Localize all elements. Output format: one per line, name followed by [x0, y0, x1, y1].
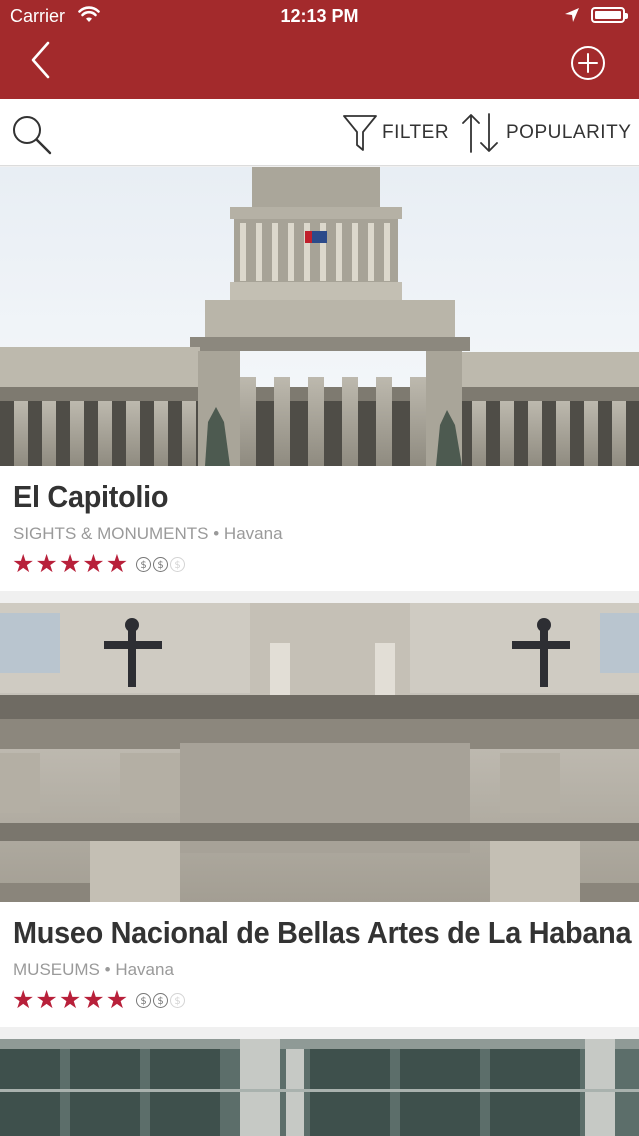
price-dollar-icon: $ — [153, 556, 169, 572]
meta-separator: • — [208, 524, 224, 543]
place-meta: MUSEUMS • Havana — [13, 960, 174, 980]
place-city: Havana — [115, 960, 174, 979]
star-icon: ★ — [82, 986, 105, 1014]
sort-button[interactable]: POPULARITY — [460, 111, 631, 155]
sort-label: POPULARITY — [506, 122, 632, 143]
status-bar: Carrier 12:13 PM — [0, 0, 639, 34]
list-toolbar: FILTER POPULARITY — [0, 99, 639, 166]
clock: 12:13 PM — [280, 6, 359, 26]
place-photo — [0, 167, 639, 466]
search-icon — [13, 116, 52, 155]
price-dollar-icon: $ — [170, 556, 186, 572]
price-dollar-icon: $ — [153, 992, 169, 1008]
navigation-bar: Carrier 12:13 PM — [0, 0, 639, 99]
place-meta: SIGHTS & MONUMENTS • Havana — [13, 524, 283, 544]
place-title[interactable]: Museo Nacional de Bellas Artes de La Hab… — [13, 915, 631, 951]
place-title[interactable]: El Capitolio — [13, 479, 169, 515]
place-city: Havana — [223, 524, 283, 543]
place-photo — [0, 603, 639, 902]
star-icon: ★ — [82, 550, 105, 578]
place-card[interactable] — [0, 1039, 639, 1136]
location-arrow-icon — [565, 8, 579, 22]
filter-icon — [343, 115, 377, 151]
place-photo — [0, 1039, 639, 1136]
place-category: SIGHTS & MONUMENTS — [13, 524, 209, 543]
star-icon: ★ — [35, 986, 58, 1014]
price-dollar-icon: $ — [136, 992, 152, 1008]
rating-row: ★ ★ ★ ★ ★ $ $ $ — [12, 550, 186, 578]
star-icon: ★ — [58, 986, 82, 1014]
star-icon: ★ — [12, 550, 35, 578]
star-icon: ★ — [58, 550, 82, 578]
search-button[interactable] — [10, 112, 54, 156]
star-icon: ★ — [35, 550, 58, 578]
price-dollar-icon: $ — [136, 556, 152, 572]
chevron-left-icon — [31, 41, 50, 79]
place-card[interactable]: El Capitolio SIGHTS & MONUMENTS • Havana… — [0, 167, 639, 591]
plus-circle-icon — [571, 46, 605, 80]
place-card[interactable]: Museo Nacional de Bellas Artes de La Hab… — [0, 603, 639, 1027]
star-icon: ★ — [12, 986, 35, 1014]
add-button[interactable] — [568, 45, 608, 85]
back-button[interactable] — [26, 40, 60, 80]
star-icon: ★ — [105, 986, 129, 1014]
price-dollar-icon: $ — [170, 992, 186, 1008]
place-category: MUSEUMS — [13, 960, 100, 979]
star-icon: ★ — [105, 550, 129, 578]
battery-icon — [591, 7, 628, 23]
filter-button[interactable]: FILTER — [342, 111, 449, 155]
rating-row: ★ ★ ★ ★ ★ $ $ $ — [12, 986, 186, 1014]
meta-separator: • — [99, 960, 116, 979]
filter-label: FILTER — [382, 122, 450, 143]
sort-arrows-icon — [462, 113, 498, 153]
